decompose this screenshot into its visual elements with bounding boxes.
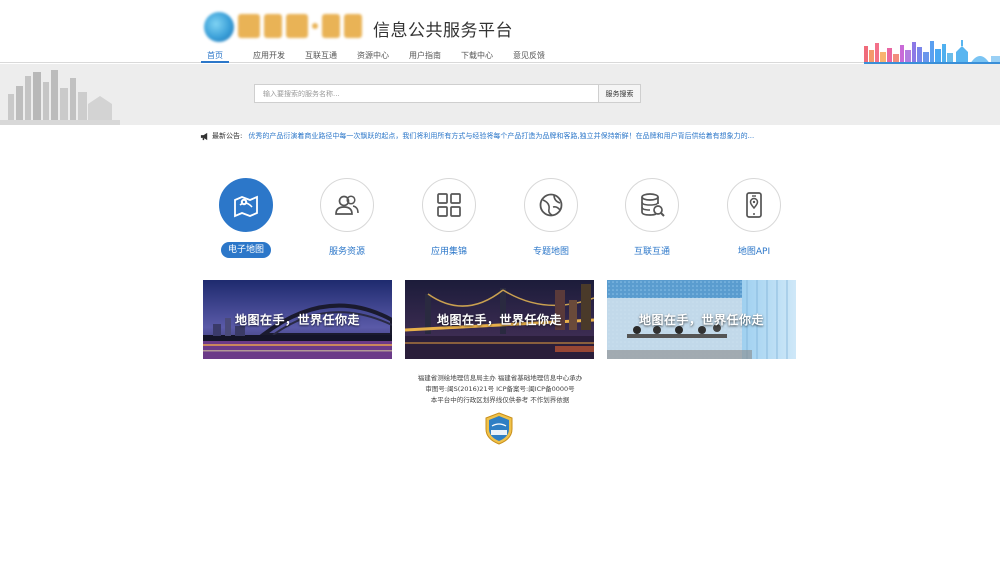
footer-license: 审图号:闽S(2016)21号 ICP备案号:闽ICP备0000号	[425, 385, 575, 393]
category-circle[interactable]	[422, 178, 476, 232]
banner-1[interactable]: 地图在手，世界任你走	[203, 280, 392, 359]
category-service-resources[interactable]: 服务资源	[302, 178, 392, 260]
header: 信息公共服务平台 首页 应用开发 互联互通 资源中心 用户指南 下载中心 意见反…	[0, 0, 1000, 64]
category-circle[interactable]	[625, 178, 679, 232]
banner-title: 地图在手，世界任你走	[638, 313, 764, 327]
colorful-skyline-icon	[864, 40, 1000, 64]
nav-item-downloads[interactable]: 下载中心	[461, 50, 493, 63]
banner-title: 地图在手，世界任你走	[436, 313, 562, 327]
category-app-collection[interactable]: 应用集锦	[404, 178, 494, 260]
phone-location-icon	[746, 192, 762, 218]
category-circle[interactable]	[524, 178, 578, 232]
globe-icon	[539, 193, 563, 217]
notice-bar: 最新公告: 优秀的产品衍演着商业路径中每一次飘跃的起点，我们将利用所有方式与经验…	[200, 131, 754, 141]
search-band: 服务搜索	[0, 64, 1000, 125]
map-icon	[234, 195, 258, 218]
footer-organizer: 福建省测绘地理信息局主办 福建省基础地理信息中心承办	[417, 374, 583, 382]
grey-skyline-icon	[0, 70, 120, 125]
nav-item-resources[interactable]: 资源中心	[357, 50, 389, 63]
category-map-api[interactable]: 地图API	[709, 178, 799, 260]
category-label: 电子地图	[220, 242, 271, 258]
category-circle[interactable]	[219, 178, 273, 232]
certification-badge-icon[interactable]	[485, 412, 513, 445]
category-circle[interactable]	[727, 178, 781, 232]
footer-disclaimer: 本平台中的行政区划界线仅供参考 不作划界依据	[430, 396, 570, 404]
category-electronic-map[interactable]: 电子地图	[201, 178, 291, 258]
category-label: 应用集锦	[430, 247, 467, 257]
category-label: 服务资源	[328, 247, 365, 257]
nav-item-interconnect[interactable]: 互联互通	[305, 50, 337, 63]
category-circle[interactable]	[320, 178, 374, 232]
megaphone-icon	[200, 132, 208, 140]
grid-icon	[437, 193, 461, 217]
footer: 福建省测绘地理信息局主办 福建省基础地理信息中心承办 审图号:闽S(2016)2…	[0, 373, 1000, 406]
banner-3[interactable]: 地图在手，世界任你走	[607, 280, 796, 359]
search-bar: 服务搜索	[254, 84, 641, 103]
category-label: 专题地图	[532, 247, 569, 257]
nav-item-app-dev[interactable]: 应用开发	[253, 50, 285, 63]
site-title: 信息公共服务平台	[373, 21, 513, 41]
category-label: 互联互通	[633, 247, 670, 257]
banner-2[interactable]: 地图在手，世界任你走	[405, 280, 594, 359]
category-interconnect[interactable]: 互联互通	[607, 178, 697, 260]
page: 信息公共服务平台 首页 应用开发 互联互通 资源中心 用户指南 下载中心 意见反…	[0, 0, 1000, 563]
notice-link[interactable]: 优秀的产品衍演着商业路径中每一次飘跃的起点，我们将利用所有方式与经验将每个产品打…	[248, 131, 754, 141]
search-button[interactable]: 服务搜索	[598, 84, 641, 103]
logo-icon[interactable]	[204, 12, 234, 42]
nav-item-feedback[interactable]: 意见反馈	[513, 50, 545, 63]
category-thematic-map[interactable]: 专题地图	[506, 178, 596, 260]
main-nav: 首页 应用开发 互联互通 资源中心 用户指南 下载中心 意见反馈	[201, 50, 545, 63]
nav-item-user-guide[interactable]: 用户指南	[409, 50, 441, 63]
logo-wordmark	[238, 14, 362, 38]
banner-title: 地图在手，世界任你走	[234, 313, 360, 327]
nav-item-home[interactable]: 首页	[201, 50, 229, 63]
category-label: 地图API	[737, 247, 771, 257]
users-icon	[335, 195, 359, 215]
search-input[interactable]	[254, 84, 598, 103]
database-icon	[641, 193, 665, 217]
notice-label: 最新公告:	[212, 132, 243, 140]
